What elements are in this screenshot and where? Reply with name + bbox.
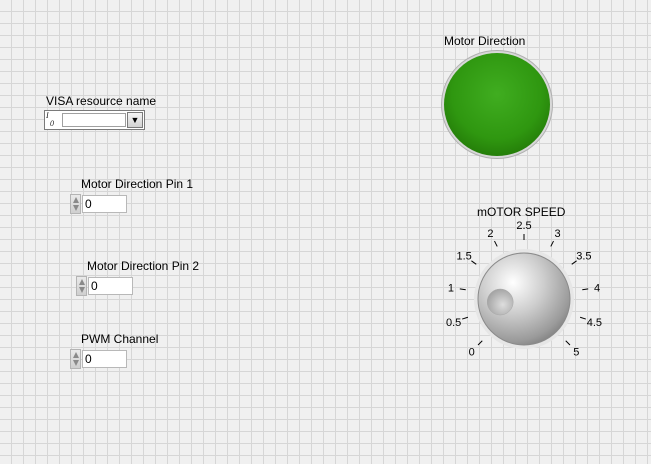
visa-resource-input[interactable] xyxy=(62,113,126,127)
knob-tick xyxy=(582,288,589,291)
visa-resource-control[interactable]: I 0 ▼ xyxy=(44,110,145,130)
motor-direction-led[interactable] xyxy=(444,53,550,156)
decrement-arrow-icon[interactable] xyxy=(79,287,85,293)
knob-tick-label: 1 xyxy=(448,282,454,294)
knob-tick-label: 2.5 xyxy=(516,220,531,232)
visa-icon-bottom: 0 xyxy=(50,119,54,128)
pwm-stepper[interactable] xyxy=(70,349,81,369)
knob-tick xyxy=(579,316,586,320)
knob-tick-label: 3 xyxy=(555,228,561,240)
pwm-input[interactable]: 0 xyxy=(82,350,127,368)
decrement-arrow-icon[interactable] xyxy=(73,205,79,211)
decrement-arrow-icon[interactable] xyxy=(73,360,79,366)
pin2-stepper[interactable] xyxy=(76,276,87,296)
knob-tick-label: 2 xyxy=(487,228,493,240)
knob-tick-label: 5 xyxy=(573,346,579,358)
knob-tick-label: 4 xyxy=(594,282,600,294)
pin2-label: Motor Direction Pin 2 xyxy=(87,259,200,273)
pin1-label: Motor Direction Pin 1 xyxy=(81,177,194,191)
knob-tick xyxy=(565,340,571,346)
visa-resource-label: VISA resource name xyxy=(46,94,157,108)
pin2-numeric-control: 0 xyxy=(76,276,133,296)
pin1-numeric-control: 0 xyxy=(70,194,127,214)
knob-tick xyxy=(459,288,466,291)
knob-tick xyxy=(462,316,469,320)
knob-tick-label: 0 xyxy=(469,346,475,358)
knob-tick xyxy=(494,240,498,247)
pwm-numeric-control: 0 xyxy=(70,349,127,369)
knob-tick-label: 3.5 xyxy=(576,251,591,263)
knob-tick-label: 0.5 xyxy=(446,317,461,329)
pin1-input[interactable]: 0 xyxy=(82,195,127,213)
increment-arrow-icon[interactable] xyxy=(73,352,79,358)
knob-tick xyxy=(550,240,554,247)
pwm-channel-label: PWM Channel xyxy=(81,332,159,346)
motor-direction-label: Motor Direction xyxy=(444,34,526,48)
increment-arrow-icon[interactable] xyxy=(79,279,85,285)
knob-tick xyxy=(471,260,477,265)
knob-tick xyxy=(477,340,483,346)
visa-io-icon: I 0 xyxy=(46,112,60,128)
chevron-down-icon[interactable]: ▼ xyxy=(127,112,143,128)
knob-pointer-dimple[interactable] xyxy=(486,288,514,316)
knob-tick-label: 1.5 xyxy=(456,251,471,263)
increment-arrow-icon[interactable] xyxy=(73,197,79,203)
pin1-stepper[interactable] xyxy=(70,194,81,214)
pin2-input[interactable]: 0 xyxy=(88,277,133,295)
knob-tick-label: 4.5 xyxy=(587,317,602,329)
motor-speed-knob-dial: 0 0.5 1 1.5 2 2.5 3 3.5 4 4.5 5 xyxy=(446,220,602,358)
